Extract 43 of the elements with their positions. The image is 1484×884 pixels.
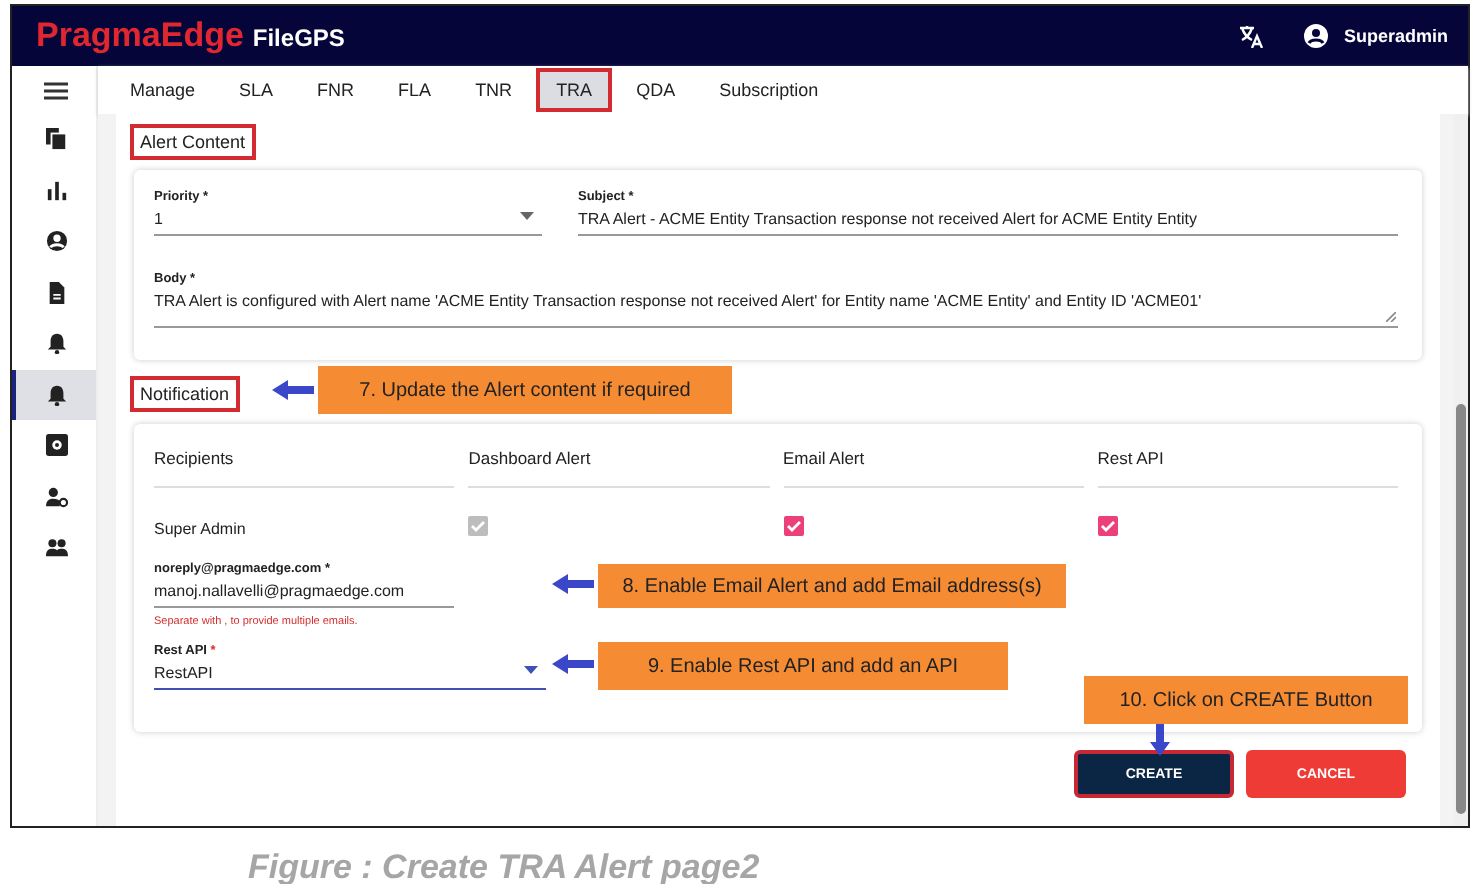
caret-icon — [520, 212, 534, 220]
bell-icon — [45, 383, 67, 406]
bar-chart-icon — [45, 179, 67, 202]
recipient-name: Super Admin — [154, 519, 248, 537]
pointer-arrow — [552, 654, 594, 674]
section-heading: Notification — [130, 376, 240, 412]
user-name[interactable]: Superadmin — [1343, 26, 1448, 46]
tab[interactable]: SLA — [219, 68, 294, 112]
bell-icon — [45, 332, 67, 355]
tab[interactable]: QDA — [616, 68, 696, 112]
column-header: Dashboard Alert — [468, 448, 769, 488]
menu-icon — [44, 81, 68, 99]
tab[interactable]: TRA — [536, 68, 613, 112]
tab[interactable]: Subscription — [699, 68, 839, 112]
column-header: Rest API — [1097, 448, 1398, 488]
account-icon[interactable] — [1303, 24, 1328, 48]
caret-icon — [524, 666, 538, 674]
files-icon — [45, 128, 67, 151]
document-icon — [45, 281, 67, 304]
pointer-arrow — [272, 380, 314, 400]
gear-icon — [45, 434, 67, 457]
section-heading: Alert Content — [130, 124, 256, 160]
translate-icon[interactable] — [1237, 24, 1264, 48]
tab[interactable]: FNR — [297, 68, 375, 112]
app-logo: PragmaEdge FileGPS — [36, 16, 345, 56]
column-header: Email Alert — [783, 448, 1084, 488]
column-header: Recipients — [154, 448, 455, 488]
pointer-arrow — [552, 574, 594, 594]
rest-api-checkbox[interactable] — [1097, 516, 1118, 536]
callout-label: 8. Enable Email Alert and add Email address(s) — [598, 564, 1066, 608]
tab[interactable]: FLA — [378, 68, 452, 112]
email-alert-checkbox[interactable] — [783, 516, 803, 536]
tab[interactable]: TNR — [455, 68, 533, 112]
tab[interactable]: Manage — [110, 68, 216, 112]
resize-grip-icon[interactable] — [1386, 312, 1396, 322]
group-icon — [45, 536, 67, 559]
sidebar-item[interactable] — [12, 369, 96, 420]
callout-label: 10. Click on CREATE Button — [1084, 676, 1408, 724]
callout-label: 7. Update the Alert content if required — [318, 366, 732, 414]
pointer-arrow — [1150, 724, 1170, 756]
user-settings-icon — [45, 485, 67, 508]
callout-label: 9. Enable Rest API and add an API — [598, 642, 1008, 690]
account-icon — [45, 230, 67, 253]
